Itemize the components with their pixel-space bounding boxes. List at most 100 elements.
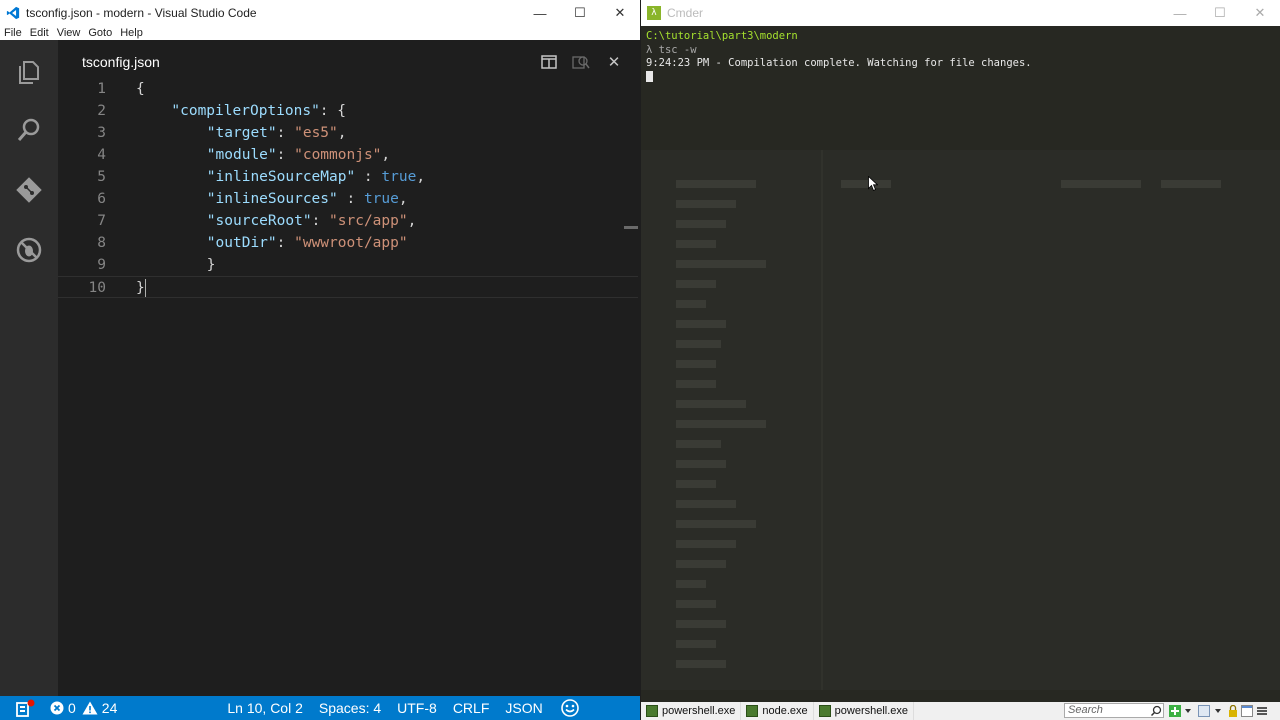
terminal-command: λ tsc -w bbox=[646, 43, 697, 56]
explorer-icon[interactable] bbox=[15, 58, 43, 86]
search-input[interactable]: Search bbox=[1064, 703, 1164, 718]
split-icon[interactable] bbox=[1198, 705, 1210, 717]
cmder-logo-icon: λ bbox=[647, 6, 661, 20]
line-content: "compilerOptions": { bbox=[136, 100, 346, 122]
code-token: , bbox=[416, 169, 426, 185]
code-token: : bbox=[311, 213, 330, 229]
search-icon[interactable] bbox=[15, 116, 43, 144]
open-changes-icon[interactable] bbox=[572, 53, 590, 71]
menu-file[interactable]: File bbox=[4, 27, 22, 39]
line-number: 2 bbox=[97, 103, 106, 119]
error-icon bbox=[50, 701, 64, 715]
code-token: : bbox=[276, 125, 295, 141]
maximize-button[interactable]: ☐ bbox=[560, 0, 600, 26]
task-label: powershell.exe bbox=[834, 705, 909, 717]
code-line[interactable]: 5 "inlineSourceMap" : true, bbox=[58, 166, 638, 188]
code-line[interactable]: 8 "outDir": "wwwroot/app" bbox=[58, 232, 638, 254]
language-mode[interactable]: JSON bbox=[505, 700, 542, 716]
window-icon[interactable] bbox=[1241, 705, 1253, 717]
menu-icon[interactable] bbox=[1256, 705, 1268, 717]
cmder-maximize-button[interactable]: ☐ bbox=[1200, 0, 1240, 26]
code-token: "module" bbox=[206, 147, 277, 163]
code-editor[interactable]: 1{2 "compilerOptions": {3 "target": "es5",… bbox=[58, 78, 638, 298]
code-line[interactable]: 7 "sourceRoot": "src/app", bbox=[58, 210, 638, 232]
code-token: "wwwroot/app" bbox=[294, 235, 408, 251]
split-editor-icon[interactable] bbox=[540, 53, 558, 71]
lock-icon[interactable] bbox=[1227, 705, 1239, 717]
code-token: , bbox=[381, 147, 391, 163]
cmder-minimize-button[interactable]: — bbox=[1160, 0, 1200, 26]
task-label: powershell.exe bbox=[662, 705, 736, 717]
code-token: : bbox=[355, 169, 382, 185]
line-content: { bbox=[136, 78, 145, 100]
terminal-output[interactable]: C:\tutorial\part3\modern λ tsc -w 9:24:2… bbox=[646, 30, 1032, 84]
cmder-title: Cmder bbox=[667, 6, 704, 20]
editor-tab-title[interactable]: tsconfig.json bbox=[82, 54, 160, 70]
line-number: 8 bbox=[97, 235, 106, 251]
editor-scrollbar[interactable] bbox=[624, 226, 638, 229]
code-line[interactable]: 9} bbox=[58, 254, 638, 276]
chevron-down-icon[interactable] bbox=[1182, 705, 1194, 717]
task-tab-powershell-1[interactable]: powershell.exe bbox=[641, 702, 742, 720]
task-tab-node[interactable]: node.exe bbox=[741, 702, 814, 720]
line-number: 7 bbox=[97, 213, 106, 229]
error-count: 0 bbox=[68, 700, 76, 716]
encoding[interactable]: UTF-8 bbox=[397, 700, 437, 716]
code-line[interactable]: 10} bbox=[58, 276, 638, 298]
warnings-indicator[interactable]: 24 bbox=[82, 700, 118, 716]
warning-icon bbox=[82, 701, 98, 715]
console-icon bbox=[818, 705, 831, 717]
minimize-button[interactable]: — bbox=[520, 0, 560, 26]
code-line[interactable]: 1{ bbox=[58, 78, 638, 100]
cmder-window: λ Cmder — ☐ ✕ C:\tutorial\part3\modern λ… bbox=[641, 0, 1280, 720]
console-icon bbox=[746, 705, 759, 717]
warning-count: 24 bbox=[101, 700, 118, 716]
line-number: 5 bbox=[97, 169, 106, 185]
vscode-logo-icon bbox=[6, 6, 20, 20]
code-line[interactable]: 6 "inlineSources" : true, bbox=[58, 188, 638, 210]
line-number: 9 bbox=[97, 257, 106, 273]
git-icon[interactable] bbox=[15, 176, 43, 204]
vscode-titlebar: tsconfig.json - modern - Visual Studio C… bbox=[0, 0, 640, 26]
code-token: "commonjs" bbox=[294, 147, 382, 163]
line-content: "inlineSourceMap" : true, bbox=[136, 166, 425, 188]
search-icon[interactable] bbox=[1150, 705, 1162, 717]
debug-icon[interactable] bbox=[15, 236, 43, 264]
close-editor-icon[interactable]: ✕ bbox=[605, 53, 623, 71]
editor-area: tsconfig.json ✕ 1{2 "compilerOptions": {3… bbox=[58, 40, 640, 696]
errors-indicator[interactable]: 0 bbox=[50, 700, 76, 716]
line-number: 3 bbox=[97, 125, 106, 141]
cmder-close-button[interactable]: ✕ bbox=[1240, 0, 1280, 26]
cursor-position[interactable]: Ln 10, Col 2 bbox=[227, 700, 303, 716]
terminal-output-line: 9:24:23 PM - Compilation complete. Watch… bbox=[646, 57, 1032, 69]
smiley-feedback-icon[interactable] bbox=[560, 699, 579, 717]
code-line[interactable]: 2 "compilerOptions": { bbox=[58, 100, 638, 122]
status-bar: 0 24 Ln 10, Col 2 Spaces: 4 UTF-8 CRLF J… bbox=[0, 696, 640, 720]
line-number: 1 bbox=[97, 81, 106, 97]
console-icon bbox=[646, 705, 658, 717]
line-ending[interactable]: CRLF bbox=[453, 700, 490, 716]
chevron-down-icon[interactable] bbox=[1212, 705, 1224, 717]
code-line[interactable]: 4 "module": "commonjs", bbox=[58, 144, 638, 166]
line-content: "outDir": "wwwroot/app" bbox=[136, 232, 408, 254]
task-tab-powershell-2[interactable]: powershell.exe bbox=[814, 702, 915, 720]
code-token: true bbox=[363, 191, 399, 207]
code-line[interactable]: 3 "target": "es5", bbox=[58, 122, 638, 144]
menu-goto[interactable]: Goto bbox=[88, 27, 112, 39]
line-content: "sourceRoot": "src/app", bbox=[136, 210, 417, 232]
menu-bar: File Edit View Goto Help bbox=[0, 26, 640, 40]
window-title: tsconfig.json - modern - Visual Studio C… bbox=[26, 6, 257, 20]
menu-edit[interactable]: Edit bbox=[30, 27, 49, 39]
menu-view[interactable]: View bbox=[57, 27, 81, 39]
add-tab-icon[interactable] bbox=[1169, 705, 1181, 717]
remote-feedback-icon[interactable] bbox=[16, 699, 36, 717]
close-button[interactable]: ✕ bbox=[600, 0, 640, 26]
indentation[interactable]: Spaces: 4 bbox=[319, 700, 381, 716]
task-label: node.exe bbox=[762, 705, 808, 717]
code-token: "src/app" bbox=[329, 213, 408, 229]
background-explorer-ghost bbox=[641, 150, 1280, 690]
code-token: : bbox=[276, 235, 295, 251]
code-token: "inlineSources" bbox=[206, 191, 338, 207]
line-content: "inlineSources" : true, bbox=[136, 188, 408, 210]
menu-help[interactable]: Help bbox=[120, 27, 143, 39]
